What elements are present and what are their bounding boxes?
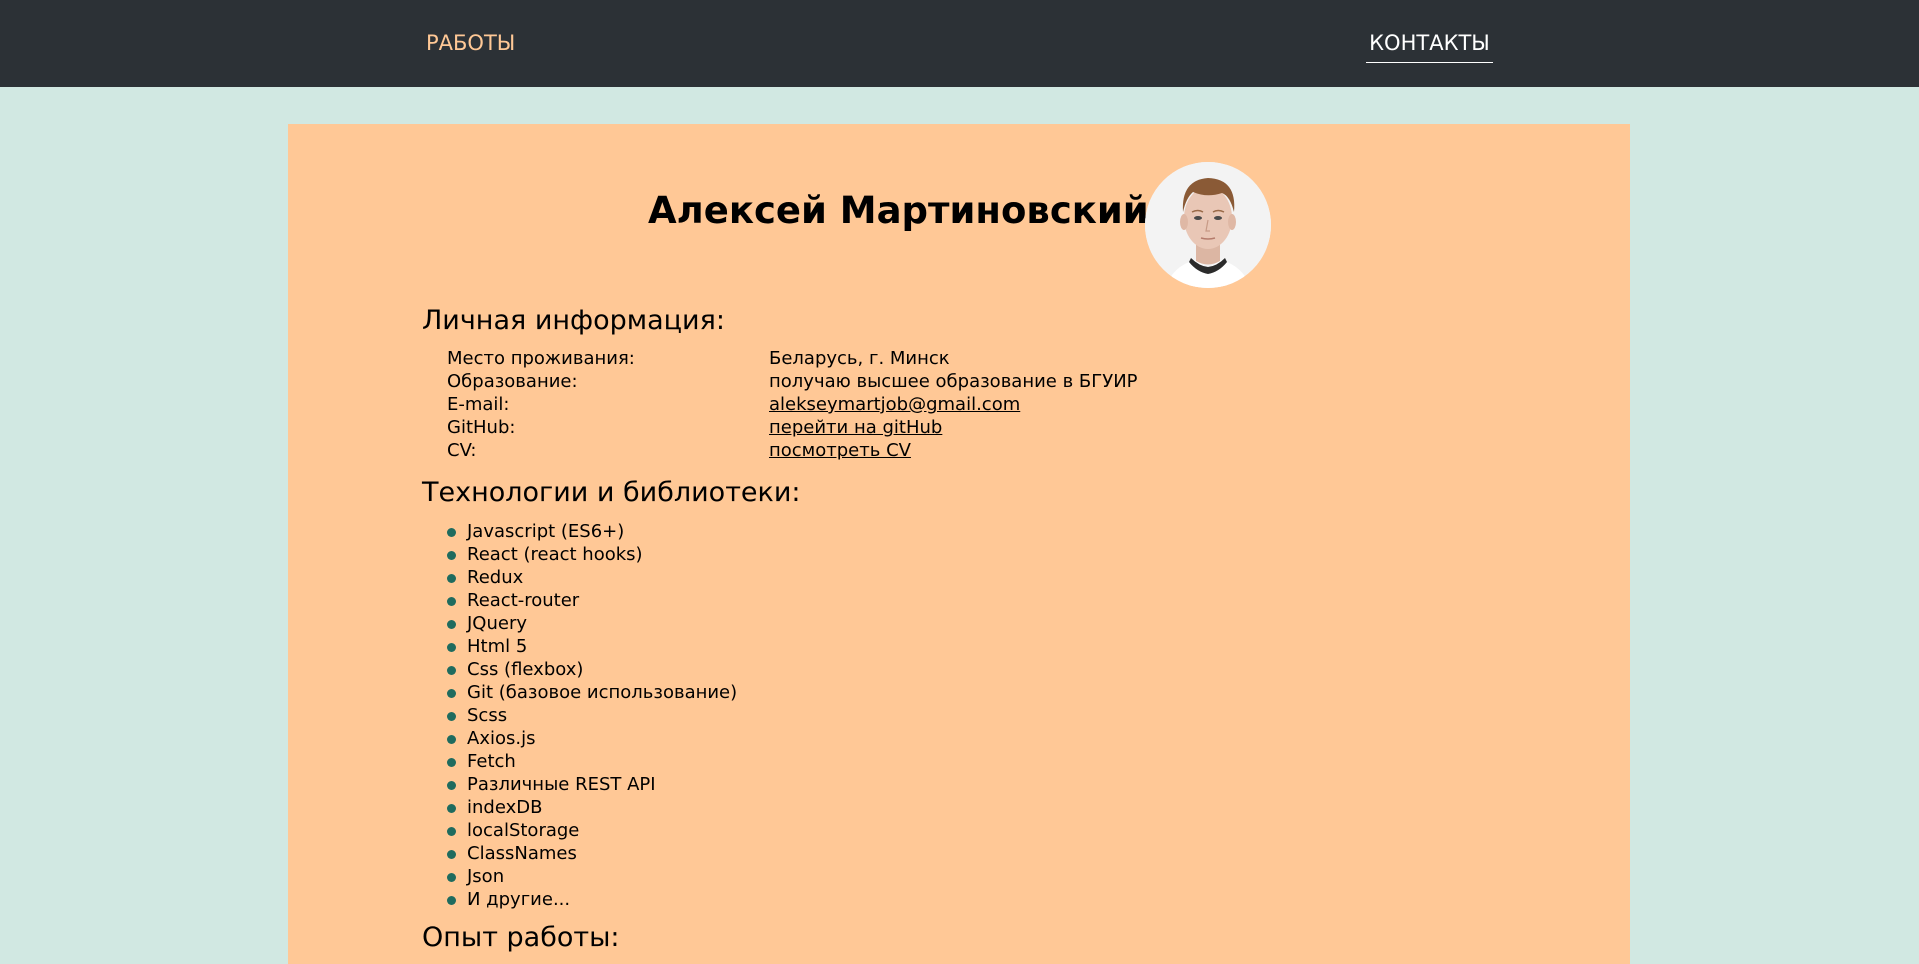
person-name: Алексей Мартиновский <box>648 189 1149 232</box>
list-item: Html 5 <box>447 635 737 658</box>
bullet-icon <box>447 804 456 813</box>
avatar <box>1145 162 1271 288</box>
bullet-icon <box>447 758 456 767</box>
info-label: CV: <box>447 440 477 461</box>
top-navigation: РАБОТЫ КОНТАКТЫ <box>0 0 1919 87</box>
list-item: Fetch <box>447 750 737 773</box>
list-item: indexDB <box>447 796 737 819</box>
bullet-icon <box>447 873 456 882</box>
info-row-github: GitHub: перейти на gitHub <box>447 416 1138 439</box>
list-item: Scss <box>447 704 737 727</box>
bullet-icon <box>447 896 456 905</box>
bullet-icon <box>447 735 456 744</box>
education-value: получаю высшее образование в БГУИР <box>769 371 1138 392</box>
info-label: Место проживания: <box>447 348 635 369</box>
list-item: Axios.js <box>447 727 737 750</box>
info-row-email: E-mail: alekseymartjob@gmail.com <box>447 393 1138 416</box>
personal-info-title: Личная информация: <box>422 305 725 336</box>
nav-works-link[interactable]: РАБОТЫ <box>426 28 515 58</box>
bullet-icon <box>447 850 456 859</box>
bullet-icon <box>447 666 456 675</box>
bullet-icon <box>447 620 456 629</box>
bullet-icon <box>447 712 456 721</box>
list-item: localStorage <box>447 819 737 842</box>
nav-contacts-link[interactable]: КОНТАКТЫ <box>1366 28 1493 63</box>
bullet-icon <box>447 551 456 560</box>
github-link[interactable]: перейти на gitHub <box>769 417 942 438</box>
bullet-icon <box>447 781 456 790</box>
location-value: Беларусь, г. Минск <box>769 348 950 369</box>
info-row-education: Образование: получаю высшее образование … <box>447 370 1138 393</box>
bullet-icon <box>447 689 456 698</box>
bullet-icon <box>447 528 456 537</box>
list-item: Различные REST API <box>447 773 737 796</box>
list-item: И другие... <box>447 888 737 911</box>
list-item: Javascript (ES6+) <box>447 520 737 543</box>
bullet-icon <box>447 643 456 652</box>
bullet-icon <box>447 597 456 606</box>
info-label: E-mail: <box>447 394 510 415</box>
list-item: React-router <box>447 589 737 612</box>
info-label: Образование: <box>447 371 578 392</box>
experience-title: Опыт работы: <box>422 922 620 953</box>
bullet-icon <box>447 827 456 836</box>
list-item: Redux <box>447 566 737 589</box>
list-item: Json <box>447 865 737 888</box>
email-link[interactable]: alekseymartjob@gmail.com <box>769 394 1020 415</box>
list-item: React (react hooks) <box>447 543 737 566</box>
personal-info-table: Место проживания: Беларусь, г. Минск Обр… <box>447 347 1138 462</box>
info-label: GitHub: <box>447 417 516 438</box>
avatar-photo <box>1145 162 1271 288</box>
bullet-icon <box>447 574 456 583</box>
tech-title: Технологии и библиотеки: <box>422 477 801 508</box>
list-item: JQuery <box>447 612 737 635</box>
info-row-location: Место проживания: Беларусь, г. Минск <box>447 347 1138 370</box>
info-row-cv: CV: посмотреть CV <box>447 439 1138 462</box>
list-item: ClassNames <box>447 842 737 865</box>
list-item: Git (базовое использование) <box>447 681 737 704</box>
tech-list: Javascript (ES6+) React (react hooks) Re… <box>447 520 737 911</box>
resume-card: Алексей Мартиновский Личная информация: … <box>288 124 1630 964</box>
list-item: Css (flexbox) <box>447 658 737 681</box>
cv-link[interactable]: посмотреть CV <box>769 440 911 461</box>
